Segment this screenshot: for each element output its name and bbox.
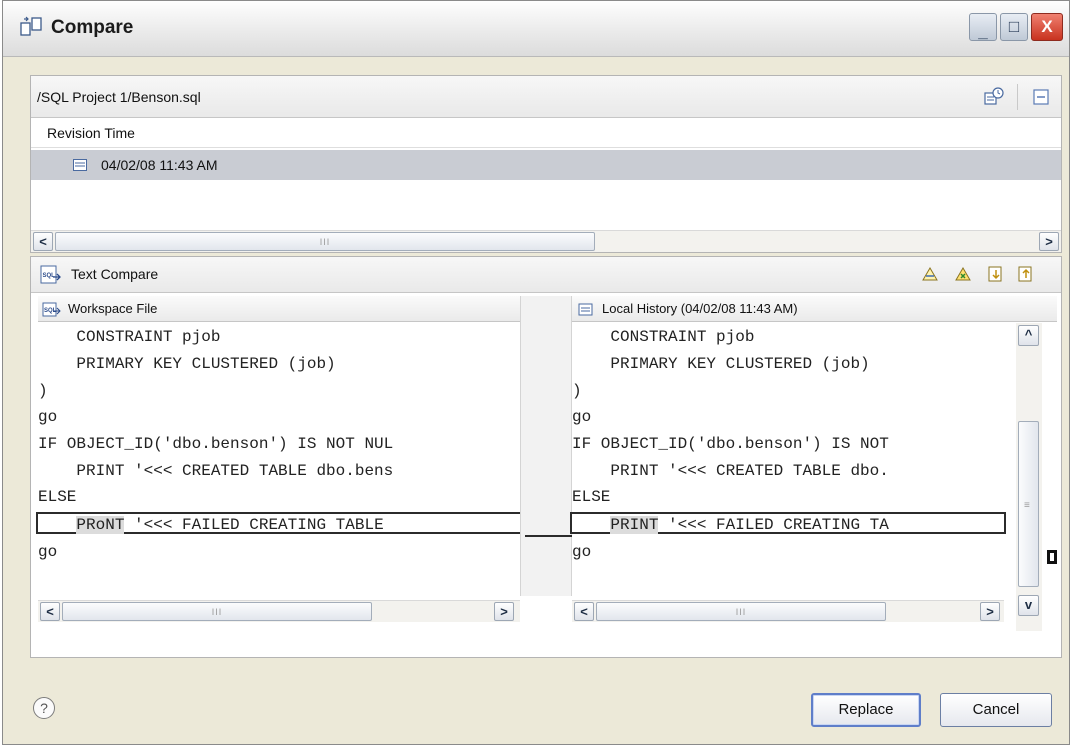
scroll-left-button[interactable]: < [33, 232, 53, 251]
svg-text:SQL: SQL [43, 273, 56, 279]
sql-file-icon: SQL [40, 265, 61, 284]
next-difference-icon[interactable] [986, 264, 1006, 284]
revision-time-header[interactable]: Revision Time [31, 118, 1061, 148]
code-line: go [572, 543, 592, 561]
scroll-thumb[interactable]: III [55, 232, 595, 251]
button-bar: ? Replace Cancel [3, 673, 1069, 745]
workspace-file-header: SQL Workspace File [38, 296, 520, 322]
replace-button[interactable]: Replace [811, 693, 921, 727]
window-title: Compare [51, 17, 134, 38]
code-line: PRINT '<<< CREATED TABLE dbo. [572, 462, 889, 480]
vertical-scrollbar[interactable]: ^ ≡ v [1016, 323, 1042, 631]
scroll-grip: III [211, 607, 223, 617]
history-view-icon[interactable] [983, 86, 1005, 108]
scroll-left-button[interactable]: < [574, 602, 594, 621]
file-path: /SQL Project 1/Benson.sql [37, 89, 201, 105]
code-line: ELSE [38, 488, 77, 506]
revision-entry-icon [73, 159, 87, 171]
code-line: go [572, 408, 592, 426]
revision-row[interactable]: 04/02/08 11:43 AM [31, 150, 1061, 180]
diff-overview-marker[interactable] [1047, 550, 1057, 564]
toolbar-separator [1017, 84, 1018, 110]
history-path-bar: /SQL Project 1/Benson.sql [31, 76, 1061, 118]
compare-icon [20, 16, 42, 36]
scroll-up-button[interactable]: ^ [1018, 325, 1039, 346]
sql-file-icon: SQL [42, 302, 61, 317]
diff-line[interactable]: PRoNT '<<< FAILED CREATING TABLE [36, 512, 522, 534]
local-history-title: Local History (04/02/08 11:43 AM) [602, 301, 798, 316]
diff-rest: '<<< FAILED CREATING TABLE [124, 516, 384, 534]
local-history-header: Local History (04/02/08 11:43 AM) [572, 296, 1057, 322]
workspace-file-title: Workspace File [68, 301, 158, 316]
revision-time-label: Revision Time [47, 125, 135, 141]
minimize-button[interactable]: _ [969, 13, 997, 41]
code-line: CONSTRAINT pjob [38, 328, 221, 346]
previous-difference-icon[interactable] [1016, 264, 1036, 284]
diff-line[interactable]: PRINT '<<< FAILED CREATING TA [570, 512, 1006, 534]
right-horizontal-scrollbar[interactable]: < III > [572, 600, 1004, 622]
local-history-pane: Local History (04/02/08 11:43 AM) CONSTR… [570, 296, 1057, 622]
text-compare-title: Text Compare [71, 266, 159, 282]
code-line: CONSTRAINT pjob [572, 328, 755, 346]
code-line: ) [38, 382, 48, 400]
left-horizontal-scrollbar[interactable]: < III > [38, 600, 520, 622]
code-line: IF OBJECT_ID('dbo.benson') IS NOT [572, 435, 889, 453]
minimize-icon: _ [978, 22, 988, 41]
title-bar[interactable]: Compare _ □ X [3, 1, 1069, 57]
maximize-button[interactable]: □ [1000, 13, 1028, 41]
close-icon: X [1041, 17, 1053, 36]
copy-current-change-icon[interactable] [953, 264, 973, 284]
scroll-grip: III [319, 237, 331, 247]
diff-rest: '<<< FAILED CREATING TA [658, 516, 889, 534]
scroll-thumb[interactable]: III [62, 602, 372, 621]
diff-gutter [520, 296, 572, 596]
scroll-thumb[interactable]: III [596, 602, 886, 621]
code-line: PRINT '<<< CREATED TABLE dbo.bens [38, 462, 394, 480]
code-line: PRIMARY KEY CLUSTERED (job) [572, 355, 870, 373]
scroll-grip: III [735, 607, 747, 617]
history-panel: /SQL Project 1/Benson.sql Revision Time … [30, 75, 1062, 253]
maximize-icon: □ [1008, 17, 1020, 36]
diff-keyword: PRINT [610, 516, 659, 534]
code-line: IF OBJECT_ID('dbo.benson') IS NOT NUL [38, 435, 394, 453]
code-line: PRIMARY KEY CLUSTERED (job) [38, 355, 336, 373]
history-entry-icon [578, 303, 593, 316]
scroll-down-button[interactable]: v [1018, 595, 1039, 616]
vertical-scroll-thumb[interactable]: ≡ [1018, 421, 1039, 587]
code-line: go [38, 543, 58, 561]
code-line: ) [572, 382, 582, 400]
scroll-right-button[interactable]: > [494, 602, 514, 621]
collapse-icon[interactable] [1031, 87, 1051, 107]
scroll-left-button[interactable]: < [40, 602, 60, 621]
scroll-right-button[interactable]: > [1039, 232, 1059, 251]
revision-time: 04/02/08 11:43 AM [101, 157, 218, 173]
close-button[interactable]: X [1031, 13, 1063, 41]
diff-connector [525, 535, 573, 537]
scroll-right-button[interactable]: > [980, 602, 1000, 621]
code-line: ELSE [572, 488, 611, 506]
copy-all-from-right-icon[interactable] [920, 264, 940, 284]
scroll-grip: ≡ [1024, 500, 1030, 511]
diff-keyword: PRoNT [76, 516, 125, 534]
workspace-file-pane: SQL Workspace File CONSTRAINT pjob PRIMA… [36, 296, 522, 622]
text-compare-toolbar: SQL Text Compare [31, 257, 1061, 293]
code-line: go [38, 408, 58, 426]
help-icon[interactable]: ? [33, 697, 55, 719]
history-horizontal-scrollbar[interactable]: < III > [31, 230, 1061, 252]
text-compare-panel: SQL Text Compare SQL Workspace File CONS… [30, 256, 1062, 658]
compare-dialog: Compare _ □ X /SQL Project 1/Benson.sql … [2, 0, 1070, 745]
cancel-button[interactable]: Cancel [940, 693, 1052, 727]
